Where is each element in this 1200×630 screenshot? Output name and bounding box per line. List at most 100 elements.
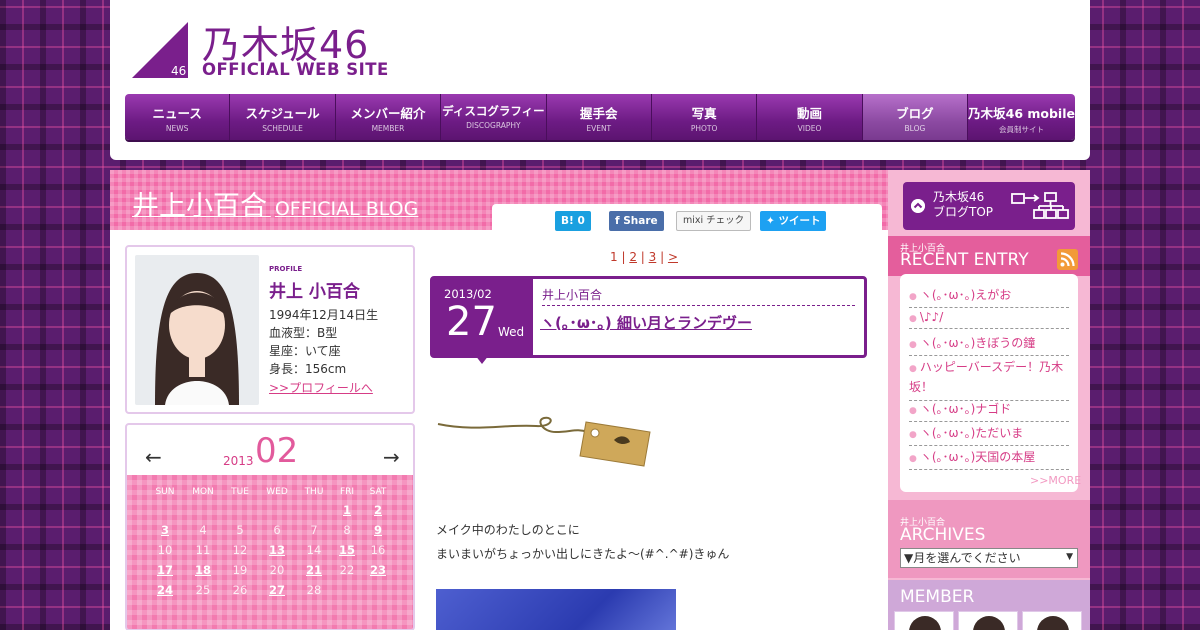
calendar-day: 12 xyxy=(232,543,248,557)
dropdown-caret-icon: ▼ xyxy=(1066,552,1073,562)
calendar-day-link[interactable]: 27 xyxy=(259,583,295,597)
calendar-weekday: THU xyxy=(304,487,324,497)
blog-top-line-2: ブログTOP xyxy=(933,205,994,219)
entry-header: 2013/02 27 Wed 井上小百合 ヽ(｡･ω･｡) 細い月とランデヴー xyxy=(430,276,867,364)
tweet-button[interactable]: ✦ ツイート xyxy=(760,211,827,231)
recent-entry-list: ヽ(｡･ω･｡)えがお \♪♪/ ヽ(｡･ω･｡)きぼうの鐘 ハッピーバースデー… xyxy=(900,274,1081,492)
blog-top-line-1: 乃木坂46 xyxy=(933,190,985,204)
blog-title-sub: OFFICIAL BLOG xyxy=(274,198,419,220)
archives-section: 井上小百合 ARCHIVES ▼月を選んでください ▼ xyxy=(888,500,1090,578)
member-thumbnail[interactable] xyxy=(958,611,1018,630)
calendar-day: 7 xyxy=(310,523,318,537)
nav-news[interactable]: ニュース NEWS xyxy=(125,94,231,140)
recent-entry-item[interactable]: ヽ(｡･ω･｡)天国の本屋 xyxy=(909,448,1069,470)
logo-badge: 46 xyxy=(171,64,186,78)
calendar-day: 4 xyxy=(199,523,207,537)
pager-current: 1 xyxy=(610,250,618,264)
calendar-day-link[interactable]: 24 xyxy=(147,583,183,597)
nav-label: 動画 xyxy=(797,106,823,121)
recent-entry-item[interactable]: ヽ(｡･ω･｡)ナゴド xyxy=(909,400,1069,422)
calendar-year: 2013 xyxy=(223,454,254,468)
archives-title: ARCHIVES xyxy=(900,525,986,545)
calendar-grid: SUN MON TUE WED THU FRI SAT 1 2 3 4 5 6 7 8 9 10 11 12 13 14… xyxy=(127,475,413,629)
recent-entry-more-link[interactable]: >>MORE xyxy=(1030,474,1081,487)
recent-entry-item[interactable]: ヽ(｡･ω･｡)えがお xyxy=(909,286,1069,308)
member-title: MEMBER xyxy=(900,587,975,607)
mixi-check-button[interactable]: mixi チェック xyxy=(676,211,752,231)
calendar-day-link[interactable]: 18 xyxy=(185,563,221,577)
entry-date-day: 27 xyxy=(446,299,497,345)
entry-body-line-1: メイク中のわたしのとこに xyxy=(436,523,580,537)
calendar-prev-arrow-icon[interactable]: ← xyxy=(145,445,162,469)
nav-member[interactable]: メンバー紹介 MEMBER xyxy=(335,94,442,140)
calendar-day-link[interactable]: 21 xyxy=(296,563,332,577)
nav-label: 写真 xyxy=(691,106,717,121)
nav-label: 握手会 xyxy=(580,106,618,121)
entry-title[interactable]: ヽ(｡･ω･｡) 細い月とランデヴー xyxy=(540,312,752,333)
nav-label: ブログ xyxy=(896,106,934,121)
blog-top-button[interactable]: 乃木坂46 ブログTOP xyxy=(903,182,1075,230)
profile-photo xyxy=(135,255,259,405)
nav-video[interactable]: 動画 VIDEO xyxy=(757,94,863,140)
member-thumbnail[interactable] xyxy=(894,611,954,630)
calendar-day: 11 xyxy=(195,543,211,557)
hatena-bookmark-button[interactable]: B! 0 xyxy=(555,211,591,231)
calendar-day: 20 xyxy=(269,563,285,577)
recent-entry-item[interactable]: \♪♪/ xyxy=(909,310,1069,329)
share-bar: B! 0 f Share mixi チェック ✦ ツイート xyxy=(492,204,882,234)
calendar-month: 02 xyxy=(255,431,299,471)
nav-sub-label: DISCOGRAPHY xyxy=(466,121,521,130)
calendar-day-link[interactable]: 2 xyxy=(360,503,396,517)
nav-label: ニュース xyxy=(152,106,202,121)
blog-title-name: 井上小百合 xyxy=(132,191,267,222)
calendar-next-arrow-icon[interactable]: → xyxy=(383,445,400,469)
calendar-day: 28 xyxy=(306,583,322,597)
pager-page-2[interactable]: 2 xyxy=(629,250,637,264)
logo-english[interactable]: OFFICIAL WEB SITE xyxy=(202,60,389,79)
facebook-share-button[interactable]: f Share xyxy=(609,211,664,231)
calendar: ← 2013 02 → SUN MON TUE WED THU FRI SAT 1 2 3 4 5 6 7… xyxy=(125,423,415,630)
nav-label: ディスコグラフィー xyxy=(442,104,545,118)
nav-mobile[interactable]: 乃木坂46 mobile 会員制サイト xyxy=(968,94,1075,140)
calendar-day-link[interactable]: 17 xyxy=(147,563,183,577)
nav-blog[interactable]: ブログ BLOG xyxy=(862,94,969,140)
nav-sub-label: VIDEO xyxy=(797,124,822,133)
chevron-up-icon xyxy=(911,199,925,213)
profile-blood: 血液型：B型 xyxy=(269,326,338,340)
calendar-day-link[interactable]: 3 xyxy=(147,523,183,537)
recent-entry-item[interactable]: ヽ(｡･ω･｡)ただいま xyxy=(909,424,1069,446)
member-section: MEMBER xyxy=(888,580,1090,630)
calendar-weekday: WED xyxy=(266,487,288,497)
recent-entry-item[interactable]: ハッピーバースデー！乃木坂！ xyxy=(909,358,1069,401)
archives-month-select[interactable]: ▼月を選んでください ▼ xyxy=(900,548,1078,568)
pager-next[interactable]: > xyxy=(668,250,678,264)
logo-triangle-icon[interactable]: 46 xyxy=(132,22,188,78)
calendar-day-link[interactable]: 13 xyxy=(259,543,295,557)
entry-divider xyxy=(542,305,855,306)
entry-body-line-2: まいまいがちょっかい出しにきたよ～(#^.^#)きゅん xyxy=(436,547,730,561)
twitter-icon: ✦ xyxy=(766,215,779,227)
calendar-day: 19 xyxy=(232,563,248,577)
main-content: 井上小百合 OFFICIAL BLOG B! 0 f Share mixi チェ… xyxy=(110,170,888,630)
blog-title[interactable]: 井上小百合 OFFICIAL BLOG xyxy=(132,184,418,223)
recent-entry-item[interactable]: ヽ(｡･ω･｡)きぼうの鐘 xyxy=(909,334,1069,356)
blog-top-label: 乃木坂46 ブログTOP xyxy=(933,190,993,220)
recent-entry-header: 井上小百合 RECENT ENTRY xyxy=(888,236,1090,276)
profile-birthday: 1994年12月14日生 xyxy=(269,308,379,322)
calendar-day-link[interactable]: 23 xyxy=(360,563,396,577)
rss-icon[interactable] xyxy=(1057,249,1078,270)
recent-entry-title: RECENT ENTRY xyxy=(900,250,1029,270)
member-thumbnail[interactable] xyxy=(1022,611,1082,630)
nav-sub-label: NEWS xyxy=(165,124,189,133)
calendar-day: 10 xyxy=(157,543,173,557)
pager-page-3[interactable]: 3 xyxy=(649,250,657,264)
nav-sub-label: BLOG xyxy=(904,124,926,133)
nav-photo[interactable]: 写真 PHOTO xyxy=(651,94,758,140)
nav-event[interactable]: 握手会 EVENT xyxy=(546,94,652,140)
global-nav: ニュース NEWS スケジュール SCHEDULE メンバー紹介 MEMBER ディス… xyxy=(125,94,1075,140)
profile-link[interactable]: >>プロフィールへ xyxy=(269,379,373,396)
calendar-day-link[interactable]: 9 xyxy=(360,523,396,537)
nav-discography[interactable]: ディスコグラフィー DISCOGRAPHY xyxy=(441,94,547,140)
calendar-day: 5 xyxy=(236,523,244,537)
nav-schedule[interactable]: スケジュール SCHEDULE xyxy=(230,94,336,140)
